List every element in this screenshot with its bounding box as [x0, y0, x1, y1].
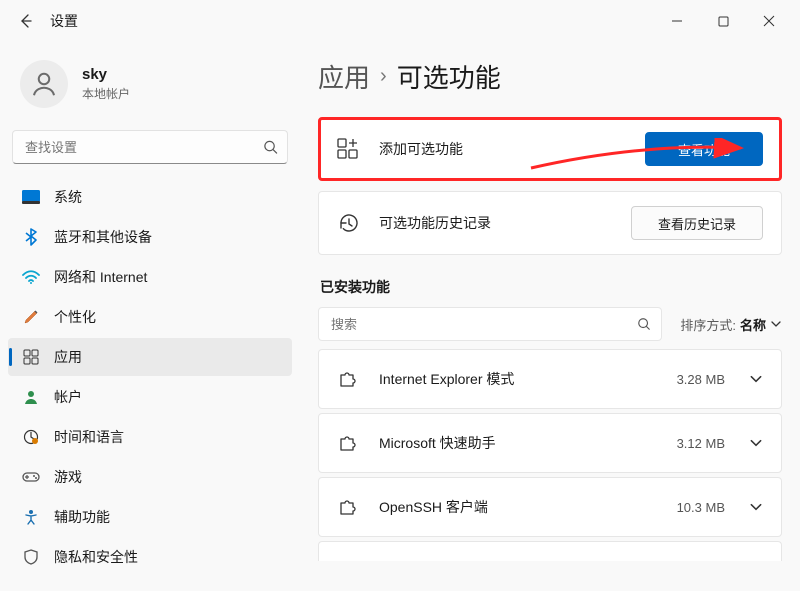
- sidebar-search: [12, 130, 288, 164]
- sidebar-item-label: 游戏: [54, 467, 82, 487]
- paintbrush-icon: [22, 308, 40, 326]
- view-history-button[interactable]: 查看历史记录: [631, 206, 763, 240]
- gamepad-icon: [22, 468, 40, 486]
- arrow-left-icon: [18, 13, 34, 29]
- feature-row-partial: [318, 541, 782, 561]
- close-icon: [763, 15, 775, 27]
- search-input[interactable]: [12, 130, 288, 164]
- window-title: 设置: [50, 11, 78, 31]
- search-icon: [263, 140, 278, 155]
- apps-grid-icon: [22, 348, 40, 366]
- sidebar-item-accessibility[interactable]: 辅助功能: [8, 498, 292, 536]
- chevron-down-icon: [749, 500, 763, 514]
- sidebar-item-label: 隐私和安全性: [54, 547, 138, 567]
- view-features-button[interactable]: 查看功能: [645, 132, 763, 166]
- user-icon: [29, 69, 59, 99]
- sidebar-item-label: 网络和 Internet: [54, 267, 147, 287]
- search-icon: [637, 317, 651, 331]
- feature-size: 10.3 MB: [677, 500, 725, 515]
- feature-search: [318, 307, 662, 341]
- account-name: sky: [82, 66, 130, 83]
- chevron-right-icon: ›: [380, 65, 387, 88]
- installed-toolbar: 排序方式: 名称: [318, 307, 782, 341]
- puzzle-icon: [337, 368, 359, 390]
- avatar: [20, 60, 68, 108]
- feature-row[interactable]: Internet Explorer 模式 3.28 MB: [318, 349, 782, 409]
- add-feature-card: 添加可选功能 查看功能: [318, 117, 782, 181]
- chevron-down-icon: [749, 372, 763, 386]
- puzzle-icon: [337, 432, 359, 454]
- sidebar-item-gaming[interactable]: 游戏: [8, 458, 292, 496]
- feature-name: Internet Explorer 模式: [379, 369, 677, 389]
- history-icon: [337, 212, 359, 234]
- wifi-icon: [22, 268, 40, 286]
- feature-size: 3.12 MB: [677, 436, 725, 451]
- feature-search-input[interactable]: [319, 308, 661, 340]
- content-area: 应用 › 可选功能 添加可选功能 查看功能 可选功能历史记录 查看历史记录: [300, 42, 800, 591]
- sidebar-item-label: 蓝牙和其他设备: [54, 227, 152, 247]
- feature-name: Microsoft 快速助手: [379, 433, 677, 453]
- puzzle-icon: [337, 496, 359, 518]
- back-button[interactable]: [8, 3, 44, 39]
- nav-list: 系统 蓝牙和其他设备 网络和 Internet 个性化 应用 帐户: [8, 178, 292, 576]
- person-icon: [22, 388, 40, 406]
- shield-icon: [22, 548, 40, 566]
- account-subtitle: 本地帐户: [82, 85, 130, 102]
- sidebar-item-label: 个性化: [54, 307, 96, 327]
- minimize-icon: [671, 15, 683, 27]
- sidebar: sky 本地帐户 系统 蓝牙和其他设备 网络和 Internet: [0, 42, 300, 591]
- sort-dropdown[interactable]: 排序方式: 名称: [680, 315, 782, 334]
- sidebar-item-personalization[interactable]: 个性化: [8, 298, 292, 336]
- sidebar-item-time-language[interactable]: 时间和语言: [8, 418, 292, 456]
- sort-value: 名称: [740, 315, 766, 334]
- sidebar-item-apps[interactable]: 应用: [8, 338, 292, 376]
- add-feature-label: 添加可选功能: [379, 139, 645, 159]
- titlebar: 设置: [0, 0, 800, 42]
- sidebar-item-label: 时间和语言: [54, 427, 124, 447]
- sidebar-item-label: 辅助功能: [54, 507, 110, 527]
- breadcrumb: 应用 › 可选功能: [318, 58, 782, 95]
- maximize-button[interactable]: [700, 3, 746, 39]
- sidebar-item-system[interactable]: 系统: [8, 178, 292, 216]
- sidebar-item-privacy[interactable]: 隐私和安全性: [8, 538, 292, 576]
- chevron-down-icon: [749, 436, 763, 450]
- sidebar-item-bluetooth[interactable]: 蓝牙和其他设备: [8, 218, 292, 256]
- sidebar-item-label: 应用: [54, 347, 82, 367]
- close-button[interactable]: [746, 3, 792, 39]
- sidebar-item-label: 帐户: [54, 387, 82, 407]
- breadcrumb-current: 可选功能: [397, 58, 501, 95]
- minimize-button[interactable]: [654, 3, 700, 39]
- history-card: 可选功能历史记录 查看历史记录: [318, 191, 782, 255]
- feature-row[interactable]: OpenSSH 客户端 10.3 MB: [318, 477, 782, 537]
- chevron-down-icon: [770, 318, 782, 330]
- feature-size: 3.28 MB: [677, 372, 725, 387]
- sidebar-item-accounts[interactable]: 帐户: [8, 378, 292, 416]
- sidebar-item-network[interactable]: 网络和 Internet: [8, 258, 292, 296]
- history-label: 可选功能历史记录: [379, 213, 631, 233]
- clock-globe-icon: [22, 428, 40, 446]
- accessibility-icon: [22, 508, 40, 526]
- add-app-icon: [337, 138, 359, 160]
- installed-heading: 已安装功能: [320, 277, 782, 297]
- sort-prefix: 排序方式:: [680, 315, 736, 334]
- maximize-icon: [718, 16, 729, 27]
- display-icon: [22, 188, 40, 206]
- feature-name: OpenSSH 客户端: [379, 497, 677, 517]
- feature-row[interactable]: Microsoft 快速助手 3.12 MB: [318, 413, 782, 473]
- sidebar-item-label: 系统: [54, 187, 82, 207]
- account-block[interactable]: sky 本地帐户: [8, 50, 292, 118]
- bluetooth-icon: [22, 228, 40, 246]
- breadcrumb-parent[interactable]: 应用: [318, 58, 370, 95]
